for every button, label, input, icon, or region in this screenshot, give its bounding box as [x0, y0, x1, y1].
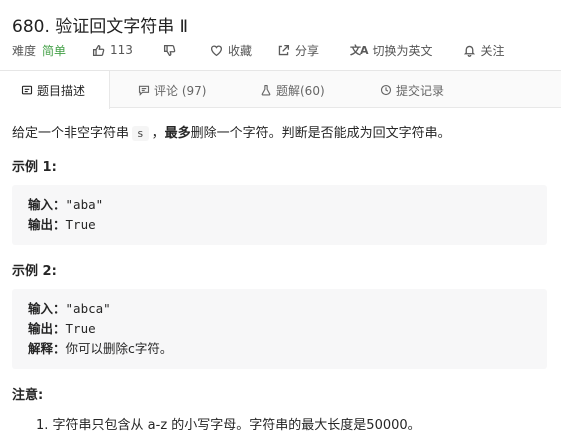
- problem-meta-bar: 难度 简单 113 收藏 分享 文A 切换为英文 关注: [12, 41, 505, 59]
- history-icon: [380, 84, 392, 96]
- flask-icon: [261, 84, 271, 96]
- heart-icon: [210, 44, 222, 56]
- note-item: 1. 字符串只包含从 a-z 的小写字母。字符串的最大长度是50000。: [36, 414, 421, 433]
- tab-bar: 题目描述 评论 (97) 题解(60) 提交记录: [0, 70, 561, 109]
- favorite-button[interactable]: 收藏: [210, 42, 252, 59]
- tab-comments[interactable]: 评论 (97): [138, 71, 206, 109]
- comment-icon: [138, 85, 150, 96]
- difficulty-label: 难度: [12, 43, 37, 58]
- follow-label: 关注: [480, 43, 505, 58]
- note-number: 1.: [36, 418, 49, 433]
- example-1-title: 示例 1:: [12, 160, 57, 175]
- example-2-title: 示例 2:: [12, 264, 57, 279]
- problem-header: 680. 验证回文字符串 Ⅱ 难度 简单 113 收藏 分享 文A 切换为英文 …: [0, 0, 561, 70]
- example-key: 解释：: [28, 341, 66, 356]
- inline-code: s: [132, 126, 149, 141]
- favorite-label: 收藏: [227, 43, 252, 58]
- problem-title: 680. 验证回文字符串 Ⅱ: [12, 17, 189, 37]
- example-line: 输入："aba": [28, 195, 531, 215]
- statement-text: 给定一个非空字符串: [12, 126, 130, 141]
- description-icon: [21, 85, 33, 95]
- dislike-button[interactable]: [163, 44, 176, 57]
- difficulty-badge: 简单: [42, 43, 67, 58]
- follow-button[interactable]: 关注: [463, 42, 505, 59]
- translate-icon: 文A: [349, 44, 368, 57]
- example-line: 输出：True: [28, 215, 531, 235]
- example-key: 输入：: [28, 301, 66, 316]
- share-button[interactable]: 分享: [277, 42, 319, 59]
- tab-label: 评论 (97): [154, 83, 207, 98]
- share-label: 分享: [294, 43, 319, 58]
- statement-text: 删除一个字符。判断是否能成为回文字符串。: [190, 126, 451, 141]
- example-key: 输出：: [28, 321, 66, 336]
- tab-label: 提交记录: [396, 83, 445, 98]
- problem-statement: 给定一个非空字符串 s ，最多删除一个字符。判断是否能成为回文字符串。: [12, 122, 451, 141]
- example-value: "abca": [65, 301, 111, 316]
- example-2-block: 输入："abca" 输出：True 解释：你可以删除c字符。: [12, 289, 547, 369]
- example-line: 输入："abca": [28, 299, 531, 319]
- statement-text: ，: [151, 126, 165, 141]
- thumbs-down-icon: [163, 44, 176, 56]
- example-value: True: [65, 321, 96, 336]
- switch-language-label: 切换为英文: [372, 43, 433, 58]
- example-line: 输出：True: [28, 319, 531, 339]
- example-line: 解释：你可以删除c字符。: [28, 339, 531, 359]
- example-key: 输入：: [28, 197, 66, 212]
- notes-title: 注意:: [12, 388, 44, 403]
- thumbs-up-icon: [93, 44, 105, 56]
- tab-label: 题目描述: [37, 83, 86, 98]
- bell-icon: [463, 45, 475, 57]
- tab-label: 题解(60): [276, 83, 325, 98]
- statement-bold-text: 最多: [164, 126, 191, 141]
- share-icon: [278, 44, 289, 55]
- note-text: 字符串只包含从 a-z 的小写字母。字符串的最大长度是50000。: [52, 418, 421, 433]
- tab-description[interactable]: 题目描述: [0, 71, 110, 109]
- like-button[interactable]: 113: [92, 43, 133, 57]
- tab-solutions[interactable]: 题解(60): [260, 71, 325, 109]
- switch-language-button[interactable]: 文A 切换为英文: [345, 42, 433, 59]
- tab-submissions[interactable]: 提交记录: [380, 71, 444, 109]
- example-1-block: 输入："aba" 输出：True: [12, 185, 547, 245]
- like-count: 113: [110, 43, 133, 57]
- example-value: True: [65, 217, 96, 232]
- example-value: "aba": [65, 197, 104, 212]
- example-value: 你可以删除c字符。: [65, 341, 173, 356]
- example-key: 输出：: [28, 217, 66, 232]
